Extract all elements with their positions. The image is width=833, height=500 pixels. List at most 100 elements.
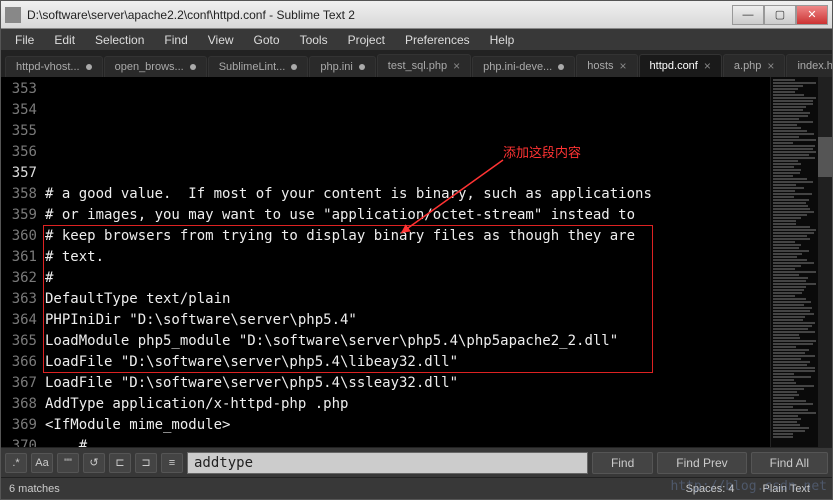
- find-option-3[interactable]: ↺: [83, 453, 105, 473]
- dirty-indicator-icon: [86, 64, 92, 70]
- lineno: 356: [1, 142, 37, 163]
- lineno: 354: [1, 100, 37, 121]
- lineno: 368: [1, 394, 37, 415]
- code-line: # keep browsers from trying to display b…: [45, 226, 770, 247]
- find-prev-button[interactable]: Find Prev: [657, 452, 746, 474]
- maximize-button[interactable]: ▢: [764, 5, 796, 25]
- tab-httpdconf[interactable]: httpd.conf ×: [639, 54, 722, 77]
- scroll-thumb[interactable]: [818, 137, 832, 177]
- code-line: #: [45, 436, 770, 447]
- lineno: 362: [1, 268, 37, 289]
- lineno: 360: [1, 226, 37, 247]
- tab-close-icon[interactable]: ×: [767, 59, 774, 73]
- find-option-4[interactable]: ⊏: [109, 453, 131, 473]
- find-option-5[interactable]: ⊐: [135, 453, 157, 473]
- tabbar: httpd-vhost... open_brows... SublimeLint..…: [1, 51, 832, 77]
- menu-selection[interactable]: Selection: [85, 31, 154, 49]
- lineno: 358: [1, 184, 37, 205]
- dirty-indicator-icon: [359, 64, 365, 70]
- find-button[interactable]: Find: [592, 452, 653, 474]
- annotation-text: 添加这段内容: [503, 142, 581, 163]
- status-syntax[interactable]: Plain Text: [749, 483, 825, 495]
- code-line: DefaultType text/plain: [45, 289, 770, 310]
- lineno: 359: [1, 205, 37, 226]
- lineno: 366: [1, 352, 37, 373]
- code-line: LoadFile "D:\software\server\php5.4\ssle…: [45, 373, 770, 394]
- code-line: #: [45, 268, 770, 289]
- menu-tools[interactable]: Tools: [290, 31, 338, 49]
- window-title: D:\software\server\apache2.2\conf\httpd.…: [27, 8, 732, 22]
- vertical-scrollbar[interactable]: [818, 77, 832, 447]
- tab-label: a.php: [734, 60, 762, 72]
- close-button[interactable]: ✕: [796, 5, 828, 25]
- menubar: FileEditSelectionFindViewGotoToolsProjec…: [1, 29, 832, 51]
- status-spaces[interactable]: Spaces: 4: [672, 483, 749, 495]
- tab-indexhtml[interactable]: index.html×: [786, 54, 832, 77]
- lineno: 364: [1, 310, 37, 331]
- code-line: PHPIniDir "D:\software\server\php5.4": [45, 310, 770, 331]
- tab-close-icon[interactable]: ×: [620, 59, 627, 73]
- lineno: 370: [1, 436, 37, 447]
- dirty-indicator-icon: [190, 64, 196, 70]
- tab-label: open_brows...: [115, 61, 184, 73]
- menu-goto[interactable]: Goto: [244, 31, 290, 49]
- lineno: 369: [1, 415, 37, 436]
- code-line: LoadFile "D:\software\server\php5.4\libe…: [45, 352, 770, 373]
- gutter: 3533543553563573583593603613623633643653…: [1, 77, 45, 447]
- tab-hosts[interactable]: hosts ×: [576, 54, 637, 77]
- code-line: # or images, you may want to use "applic…: [45, 205, 770, 226]
- tab-label: hosts: [587, 60, 613, 72]
- tab-close-icon[interactable]: ×: [453, 59, 460, 73]
- lineno: 355: [1, 121, 37, 142]
- find-panel: .*Aa""↺⊏⊐≡ Find Find Prev Find All: [1, 447, 832, 477]
- menu-edit[interactable]: Edit: [44, 31, 85, 49]
- code-line: # a good value. If most of your content …: [45, 184, 770, 205]
- menu-view[interactable]: View: [198, 31, 244, 49]
- code-line: <IfModule mime_module>: [45, 415, 770, 436]
- lineno: 363: [1, 289, 37, 310]
- tab-open_brows[interactable]: open_brows...: [104, 56, 207, 77]
- tab-sublimelint[interactable]: SublimeLint...: [208, 56, 309, 77]
- dirty-indicator-icon: [291, 64, 297, 70]
- tab-phpini[interactable]: php.ini: [309, 56, 375, 77]
- tab-label: httpd.conf: [650, 60, 698, 72]
- lineno: 353: [1, 79, 37, 100]
- lineno: 365: [1, 331, 37, 352]
- lineno: 361: [1, 247, 37, 268]
- tab-label: test_sql.php: [388, 60, 447, 72]
- editor-area: 3533543553563573583593603613623633643653…: [1, 77, 832, 447]
- tab-aphp[interactable]: a.php ×: [723, 54, 786, 77]
- minimize-button[interactable]: —: [732, 5, 764, 25]
- lineno: 367: [1, 373, 37, 394]
- dirty-indicator-icon: [558, 64, 564, 70]
- tab-test_sqlphp[interactable]: test_sql.php ×: [377, 54, 471, 77]
- menu-file[interactable]: File: [5, 31, 44, 49]
- tab-label: php.ini-deve...: [483, 61, 552, 73]
- menu-find[interactable]: Find: [154, 31, 197, 49]
- find-option-2[interactable]: "": [57, 453, 79, 473]
- tab-label: php.ini: [320, 61, 352, 73]
- find-input[interactable]: [187, 452, 588, 474]
- menu-preferences[interactable]: Preferences: [395, 31, 480, 49]
- menu-help[interactable]: Help: [480, 31, 525, 49]
- find-option-1[interactable]: Aa: [31, 453, 53, 473]
- tab-label: index.html: [797, 60, 832, 72]
- status-matches: 6 matches: [9, 483, 672, 495]
- code[interactable]: 添加这段内容 # a good value. If most of your c…: [45, 77, 770, 447]
- statusbar: 6 matches Spaces: 4 Plain Text: [1, 477, 832, 499]
- tab-label: SublimeLint...: [219, 61, 286, 73]
- minimap[interactable]: [770, 77, 818, 447]
- tab-label: httpd-vhost...: [16, 61, 80, 73]
- code-line: # text.: [45, 247, 770, 268]
- menu-project[interactable]: Project: [338, 31, 395, 49]
- code-line: LoadModule php5_module "D:\software\serv…: [45, 331, 770, 352]
- find-all-button[interactable]: Find All: [751, 452, 828, 474]
- find-option-0[interactable]: .*: [5, 453, 27, 473]
- tab-phpinideve[interactable]: php.ini-deve...: [472, 56, 575, 77]
- find-option-6[interactable]: ≡: [161, 453, 183, 473]
- code-line: AddType application/x-httpd-php .php: [45, 394, 770, 415]
- tab-httpdvhost[interactable]: httpd-vhost...: [5, 56, 103, 77]
- tab-close-icon[interactable]: ×: [704, 59, 711, 73]
- lineno: 357: [1, 163, 37, 184]
- app-icon: [5, 7, 21, 23]
